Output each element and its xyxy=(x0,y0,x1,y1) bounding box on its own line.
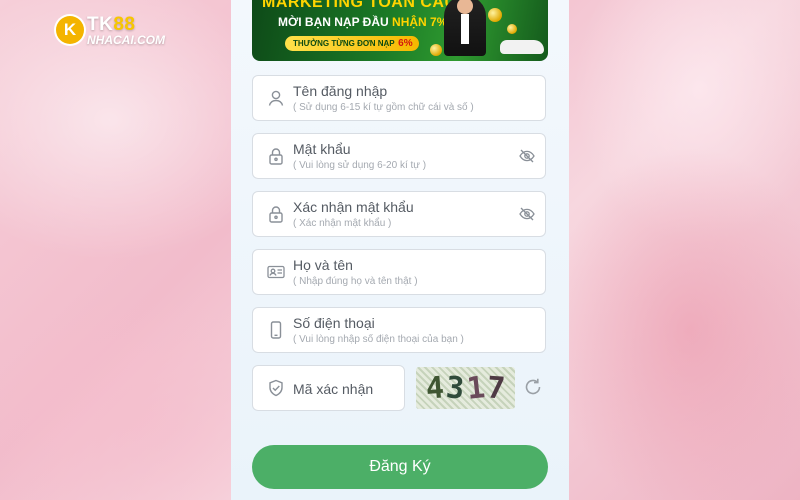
password-hint: ( Vui lòng sử dụng 6-20 kí tự ) xyxy=(293,160,427,171)
captcha-char: 4 xyxy=(425,369,446,407)
username-hint: ( Sử dụng 6-15 kí tự gồm chữ cái và số ) xyxy=(293,102,474,113)
eye-off-icon[interactable] xyxy=(519,149,535,163)
shield-check-icon xyxy=(269,379,283,397)
lock-icon xyxy=(269,206,283,223)
register-panel: MARKETING TOÀN CẦU MỜI BẠN NẠP ĐẦU NHẬN … xyxy=(231,0,569,500)
banner-coin-image xyxy=(507,24,517,34)
banner-bonus-pill: THƯỞNG TỪNG ĐƠN NẠP 6% xyxy=(285,36,419,51)
captcha-char: 7 xyxy=(485,369,506,407)
confirm-password-hint: ( Xác nhận mật khẩu ) xyxy=(293,218,392,229)
password-label: Mật khẩu xyxy=(293,141,351,157)
banner-offer: MỜI BẠN NẠP ĐẦU NHẬN 7% xyxy=(278,15,447,29)
id-card-icon xyxy=(267,265,285,279)
captcha-char: 1 xyxy=(464,369,487,407)
captcha-image[interactable]: 4 3 1 7 xyxy=(416,367,515,409)
phone-hint: ( Vui lòng nhập số điện thoại của bạn ) xyxy=(293,334,464,345)
logo-domain: NHACAI.COM xyxy=(87,33,165,47)
banner-presenter-image xyxy=(444,0,486,56)
fullname-hint: ( Nhập đúng họ và tên thật ) xyxy=(293,276,418,287)
logo-brand-88: 88 xyxy=(113,14,136,35)
register-button[interactable]: Đăng Ký xyxy=(252,445,548,489)
banner-offer-highlight: NHẬN 7% xyxy=(392,15,448,29)
captcha-field[interactable]: Mã xác nhận xyxy=(252,365,405,411)
phone-label: Số điện thoại xyxy=(293,315,375,331)
banner-car-image xyxy=(500,40,544,54)
banner-coin-image xyxy=(488,8,502,22)
promo-banner[interactable]: MARKETING TOÀN CẦU MỜI BẠN NẠP ĐẦU NHẬN … xyxy=(252,0,548,61)
lock-icon xyxy=(269,148,283,165)
password-field[interactable]: Mật khẩu ( Vui lòng sử dụng 6-20 kí tự ) xyxy=(252,133,546,179)
banner-coin-image xyxy=(430,44,442,56)
confirm-password-field[interactable]: Xác nhận mật khẩu ( Xác nhận mật khẩu ) xyxy=(252,191,546,237)
banner-offer-text: MỜI BẠN NẠP ĐẦU xyxy=(278,15,393,29)
refresh-captcha-icon[interactable] xyxy=(523,377,543,397)
fullname-label: Họ và tên xyxy=(293,257,353,273)
banner-headline: MARKETING TOÀN CẦU xyxy=(262,0,457,11)
confirm-password-label: Xác nhận mật khẩu xyxy=(293,199,414,215)
captcha-char: 3 xyxy=(444,369,466,407)
phone-field[interactable]: Số điện thoại ( Vui lòng nhập số điện th… xyxy=(252,307,546,353)
captcha-label: Mã xác nhận xyxy=(293,381,374,397)
banner-bonus-percent: 6% xyxy=(398,38,413,49)
logo-mark: K xyxy=(56,16,84,44)
username-label: Tên đăng nhập xyxy=(293,83,388,99)
phone-icon xyxy=(270,321,282,339)
eye-off-icon[interactable] xyxy=(519,207,535,221)
fullname-field[interactable]: Họ và tên ( Nhập đúng họ và tên thật ) xyxy=(252,249,546,295)
logo-brand-tk: TK xyxy=(87,14,114,35)
user-icon xyxy=(268,90,284,106)
banner-bonus-text: THƯỞNG TỪNG ĐƠN NẠP xyxy=(293,39,395,48)
username-field[interactable]: Tên đăng nhập ( Sử dụng 6-15 kí tự gồm c… xyxy=(252,75,546,121)
site-logo[interactable]: K TK88 NHACAI.COM xyxy=(56,14,186,48)
